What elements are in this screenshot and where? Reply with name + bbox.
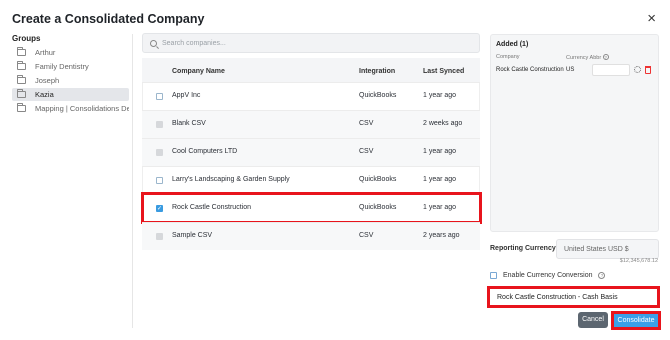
group-label: Family Dentistry	[35, 62, 89, 71]
folder-icon	[17, 89, 26, 98]
folder-icon	[17, 75, 26, 84]
group-label: Kazia	[35, 90, 54, 99]
cell-company: Larry's Landscaping & Garden Supply	[172, 176, 290, 183]
group-item-mapping[interactable]: Mapping | Consolidations Den	[12, 102, 129, 115]
cell-integration: CSV	[359, 232, 374, 239]
cell-integration: QuickBooks	[359, 176, 397, 183]
cancel-button[interactable]: Cancel	[578, 312, 608, 328]
cell-last-synced: 2 years ago	[423, 232, 460, 239]
folder-icon	[17, 61, 26, 70]
added-col-currency: Currency Abbr ?	[566, 54, 609, 61]
row-checkbox-disabled	[156, 149, 163, 156]
panel-divider	[132, 34, 133, 328]
group-item-kazia[interactable]: Kazia	[12, 88, 129, 101]
col-integration[interactable]: Integration	[359, 68, 395, 75]
cell-last-synced: 2 weeks ago	[423, 120, 463, 127]
groups-heading: Groups	[12, 34, 41, 43]
row-checkbox-disabled	[156, 233, 163, 240]
group-item-family-dentistry[interactable]: Family Dentistry	[12, 60, 129, 73]
reporting-currency-label: Reporting Currency	[490, 245, 556, 252]
group-label: Mapping | Consolidations Den	[35, 104, 129, 113]
row-checkbox[interactable]	[156, 177, 163, 184]
info-icon[interactable]: ?	[598, 272, 606, 279]
folder-icon	[17, 103, 26, 112]
added-title: Added (1)	[496, 41, 529, 48]
cell-last-synced: 1 year ago	[423, 148, 457, 155]
enable-conversion-checkbox[interactable]	[490, 272, 497, 279]
close-icon[interactable]: ×	[647, 10, 656, 27]
col-last-synced[interactable]: Last Synced	[423, 68, 464, 75]
folder-icon	[17, 47, 26, 56]
reporting-currency-select[interactable]: United States USD $	[556, 239, 659, 259]
selected-row-highlight	[141, 192, 482, 224]
gear-icon[interactable]	[634, 66, 641, 73]
group-label: Arthur	[35, 48, 56, 57]
cell-company: Blank CSV	[172, 120, 206, 127]
cell-integration: CSV	[359, 148, 374, 155]
row-checkbox[interactable]	[156, 93, 163, 100]
search-icon	[150, 39, 157, 47]
consolidated-name-input[interactable]: Rock Castle Construction - Cash Basis	[487, 286, 660, 308]
cell-company: AppV Inc	[172, 92, 201, 99]
added-company-name: Rock Castle Construction	[496, 67, 564, 73]
col-company-name[interactable]: Company Name	[172, 68, 225, 75]
group-label: Joseph	[35, 76, 60, 85]
cell-integration: QuickBooks	[359, 92, 397, 99]
enable-conversion-label: Enable Currency Conversion	[503, 272, 593, 279]
dialog-title: Create a Consolidated Company	[12, 12, 205, 26]
search-input[interactable]: Search companies...	[142, 33, 480, 53]
group-item-joseph[interactable]: Joseph	[12, 74, 129, 87]
cell-last-synced: 1 year ago	[423, 176, 457, 183]
added-currency: US	[566, 67, 575, 73]
currency-amount: $12,345,678.12	[619, 258, 658, 264]
currency-abbr-input[interactable]	[592, 64, 630, 76]
cell-integration: CSV	[359, 120, 374, 127]
group-item-arthur[interactable]: Arthur	[12, 46, 129, 59]
enable-conversion-row: Enable Currency Conversion ?	[503, 272, 606, 279]
consolidate-button[interactable]: Consolidate	[611, 311, 661, 330]
currency-abbr-label: Currency Abbr	[566, 55, 602, 61]
cell-company: Cool Computers LTD	[172, 148, 238, 155]
row-checkbox-disabled	[156, 121, 163, 128]
cell-company: Sample CSV	[172, 232, 213, 239]
cell-last-synced: 1 year ago	[423, 92, 457, 99]
search-placeholder: Search companies...	[162, 39, 226, 47]
info-icon[interactable]: ?	[602, 54, 609, 60]
added-col-company: Company	[496, 54, 520, 60]
added-companies-panel	[490, 34, 659, 232]
trash-icon[interactable]	[645, 66, 651, 74]
